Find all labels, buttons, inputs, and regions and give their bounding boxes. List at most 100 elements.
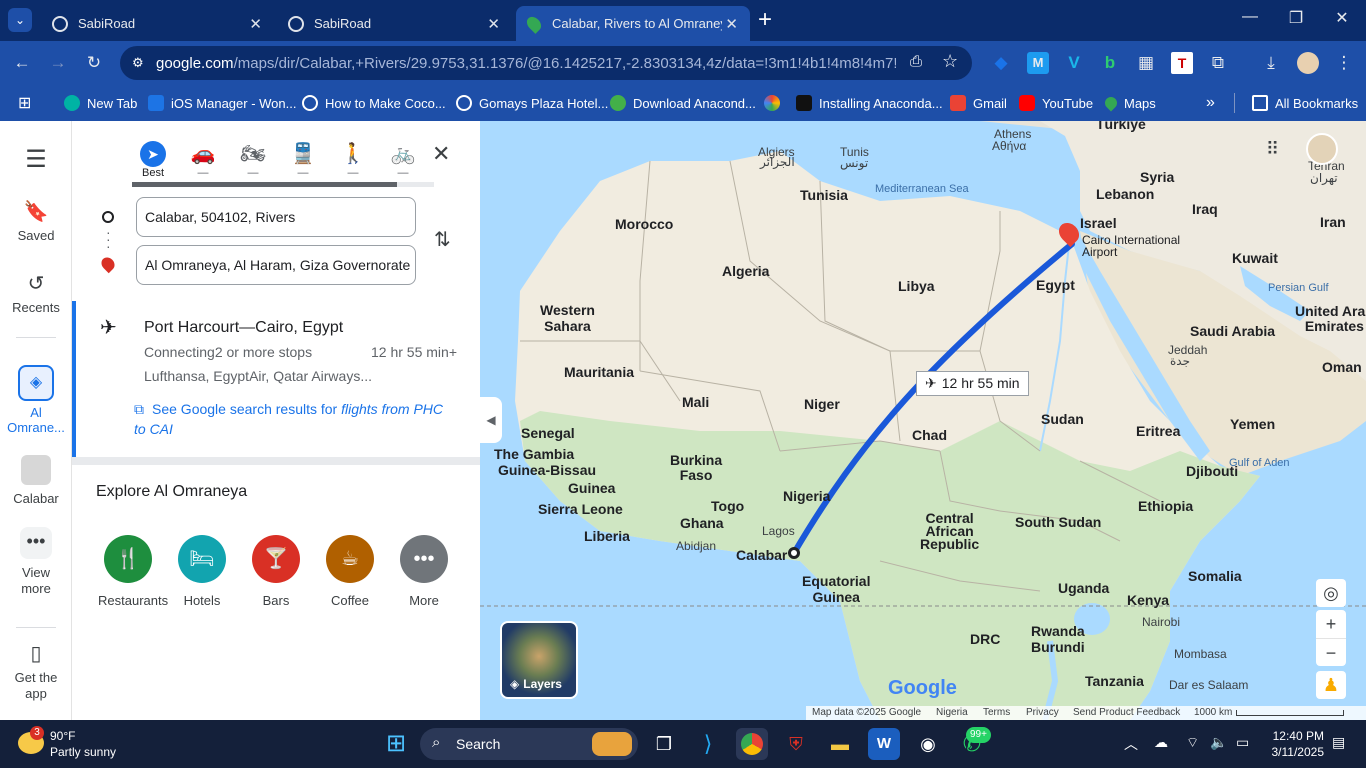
mode-walking[interactable]: 🚶 — <box>333 141 373 179</box>
restore-icon[interactable]: ❐ <box>1284 8 1308 28</box>
clock[interactable]: 12:40 PM 3/11/2025 <box>1262 728 1325 760</box>
origin-marker-icon[interactable] <box>788 547 800 559</box>
close-window-icon[interactable]: ✕ <box>1330 8 1354 28</box>
bookmark-label: New Tab <box>87 95 138 111</box>
extension-tag-icon[interactable]: ◆ <box>990 52 1012 74</box>
security-shield-icon[interactable]: ⛨ <box>780 728 812 760</box>
start-windows-icon[interactable]: ⊞ <box>380 728 412 760</box>
battery-icon[interactable]: ▭ <box>1236 734 1249 751</box>
saved-button[interactable]: 🔖 Saved <box>0 199 72 243</box>
chrome-icon[interactable] <box>736 728 768 760</box>
collapse-panel-button[interactable]: ◀ <box>480 397 502 443</box>
wifi-icon[interactable]: ⌔ <box>1186 734 1199 752</box>
notifications-icon[interactable]: ▤ <box>1332 734 1345 751</box>
install-app-icon[interactable]: ⎙ <box>910 53 922 70</box>
privacy-link[interactable]: Privacy <box>1026 707 1059 718</box>
extension-m-icon[interactable]: M <box>1027 52 1049 74</box>
close-icon[interactable]: ✕ <box>725 15 738 33</box>
extension-qr-icon[interactable]: ▦ <box>1135 52 1157 74</box>
apps-grid-icon[interactable]: ⠿ <box>1266 139 1279 160</box>
menu-button[interactable]: ☰ <box>0 145 72 178</box>
close-icon[interactable]: ✕ <box>487 15 500 33</box>
bookmark-new-tab[interactable]: New Tab <box>64 93 137 113</box>
flight-route-card[interactable]: ✈ Port Harcourt—Cairo, Egypt Connecting2… <box>72 301 480 457</box>
flight-search-link[interactable]: ⧉ See Google search results for flights f… <box>134 399 454 439</box>
tab-maps[interactable]: Calabar, Rivers to Al Omraneya, ✕ <box>516 6 750 41</box>
extension-v-icon[interactable]: V <box>1063 52 1085 74</box>
menu-kebab-icon[interactable]: ⋮ <box>1333 52 1355 74</box>
mode-best[interactable]: ➤ Best <box>133 141 173 179</box>
bookmark-youtube[interactable]: YouTube <box>1019 93 1093 113</box>
task-view-icon[interactable]: ❐ <box>648 728 680 760</box>
origin-input[interactable]: Calabar, 504102, Rivers <box>136 197 416 237</box>
mode-transit[interactable]: 🚆 — <box>283 141 323 179</box>
tab-search-button[interactable]: ⌄ <box>8 8 32 32</box>
onedrive-icon[interactable]: ☁ <box>1154 734 1168 751</box>
close-icon[interactable]: ✕ <box>249 15 262 33</box>
minimize-icon[interactable]: — <box>1238 8 1262 26</box>
file-explorer-icon[interactable]: ▬ <box>824 728 856 760</box>
label-algiers-ar: الجزائر <box>760 155 795 169</box>
extension-b-icon[interactable]: b <box>1099 52 1121 74</box>
recents-button[interactable]: ↺ Recents <box>0 271 72 315</box>
bookmark-star-icon[interactable]: ☆ <box>942 51 958 72</box>
all-bookmarks-button[interactable]: All Bookmarks <box>1252 93 1358 113</box>
bookmark-ios-manager[interactable]: iOS Manager - Won... <box>148 93 296 113</box>
mode-motorcycle[interactable]: 🏍 — <box>233 141 273 179</box>
tray-chevron-icon[interactable]: ︿ <box>1124 734 1138 754</box>
tab-sabiroad-1[interactable]: SabiRoad ✕ <box>40 6 274 41</box>
region-link[interactable]: Nigeria <box>936 707 968 718</box>
close-directions-icon[interactable]: ✕ <box>432 141 450 167</box>
extensions-puzzle-icon[interactable]: ⧉ <box>1207 52 1229 74</box>
map-canvas[interactable]: ✈ 12 hr 55 min Türkiye Athens Αθήνα Algie… <box>480 121 1366 720</box>
back-icon[interactable]: ← <box>11 52 33 74</box>
zoom-out-button[interactable]: − <box>1316 638 1346 666</box>
account-avatar[interactable] <box>1306 133 1338 165</box>
bookmark-coconut[interactable]: How to Make Coco... <box>302 93 446 113</box>
profile-avatar[interactable] <box>1297 52 1319 74</box>
zoom-in-button[interactable]: + <box>1316 610 1346 638</box>
bookmark-gomays[interactable]: Gomays Plaza Hotel... <box>456 93 608 113</box>
tab-sabiroad-2[interactable]: SabiRoad ✕ <box>276 6 512 41</box>
bookmark-gmail[interactable]: Gmail <box>950 93 1007 113</box>
pegman-icon[interactable]: ♟ <box>1316 671 1346 699</box>
mode-cycling[interactable]: 🚲 — <box>383 141 423 179</box>
new-tab-button[interactable]: + <box>758 6 772 34</box>
url-text[interactable]: google.com/maps/dir/Calabar,+Rivers/29.9… <box>156 55 896 72</box>
feedback-link[interactable]: Send Product Feedback <box>1073 707 1180 718</box>
bookmark-anaconda-install[interactable]: Installing Anaconda... <box>796 93 943 113</box>
download-icon[interactable]: ⤓ <box>1260 52 1282 74</box>
view-more-button[interactable]: ••• View more <box>0 527 72 597</box>
explore-coffee[interactable]: ☕ Coffee <box>320 535 380 608</box>
recent-calabar[interactable]: Calabar <box>0 455 72 506</box>
explore-more[interactable]: ••• More <box>394 535 454 608</box>
reload-icon[interactable]: ↻ <box>83 52 105 74</box>
apps-grid-icon[interactable]: ⊞ <box>18 93 31 113</box>
taskbar-search[interactable]: ⌕ Search <box>420 728 638 760</box>
explore-hotels[interactable]: 🛏 Hotels <box>172 535 232 608</box>
vscode-icon[interactable]: ⟩ <box>692 728 724 760</box>
bookmark-anaconda-download[interactable]: Download Anacond... <box>610 93 756 113</box>
weather-widget[interactable]: 3 90°F Partly sunny <box>14 726 154 762</box>
extension-t-icon[interactable]: T <box>1171 52 1193 74</box>
destination-input[interactable]: Al Omraneya, Al Haram, Giza Governorate <box>136 245 416 285</box>
mode-driving[interactable]: 🚗 — <box>183 141 223 179</box>
forward-icon[interactable]: → <box>47 52 69 74</box>
explore-bars[interactable]: 🍸 Bars <box>246 535 306 608</box>
address-bar[interactable]: ⚙ google.com/maps/dir/Calabar,+Rivers/29… <box>120 46 972 80</box>
more-bookmarks-button[interactable]: » <box>1206 93 1215 113</box>
recent-al-omraneya[interactable]: ◈ Al Omrane... <box>0 365 72 435</box>
terms-link[interactable]: Terms <box>983 707 1010 718</box>
my-location-button[interactable]: ◎ <box>1316 579 1346 607</box>
bookmark-pinwheel[interactable] <box>764 93 787 113</box>
site-info-icon[interactable]: ⚙ <box>132 55 144 71</box>
explore-restaurants[interactable]: 🍴 Restaurants <box>98 535 168 608</box>
swap-icon[interactable]: ⇅ <box>434 227 451 252</box>
layers-button[interactable]: ◈ Layers <box>500 621 578 699</box>
app-badge-icon[interactable]: ◉ <box>912 728 944 760</box>
get-app-button[interactable]: ▯ Get the app <box>0 641 72 702</box>
flight-time-tag[interactable]: ✈ 12 hr 55 min <box>916 371 1029 396</box>
bookmark-maps[interactable]: Maps <box>1102 93 1156 113</box>
word-icon[interactable]: W <box>868 728 900 760</box>
volume-icon[interactable]: 🔈 <box>1210 734 1227 751</box>
